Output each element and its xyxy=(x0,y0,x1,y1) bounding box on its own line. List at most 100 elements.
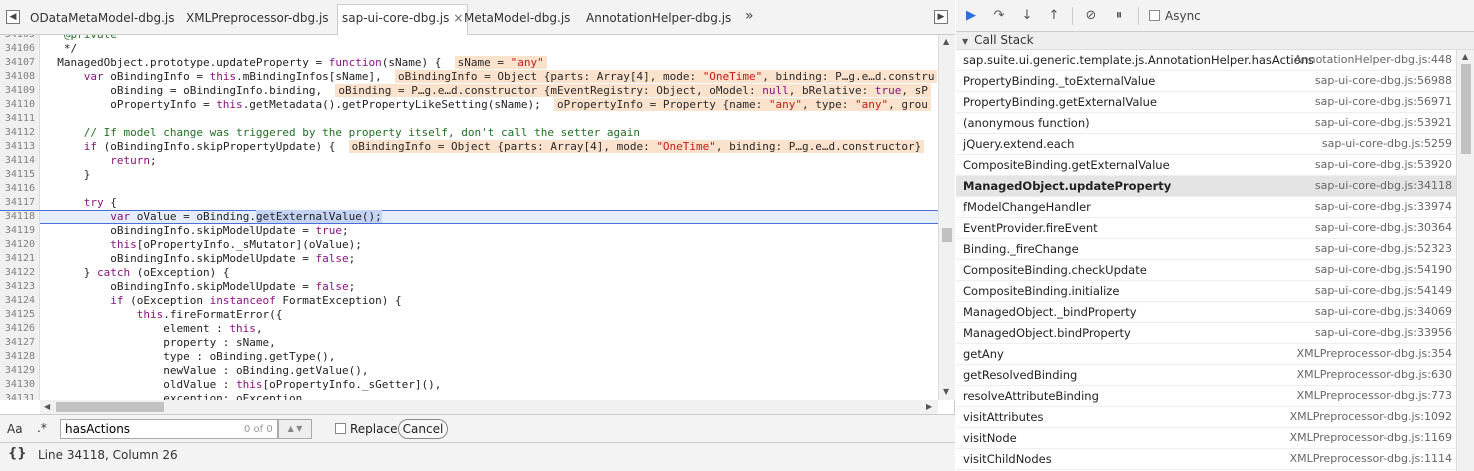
pause-on-exceptions-icon[interactable]: ⏸ xyxy=(1110,8,1128,24)
frame-location-link[interactable]: sap-ui-core-dbg.js:33956 xyxy=(1315,323,1452,343)
call-stack-frame[interactable]: PropertyBinding.getExternalValue sap-ui-c… xyxy=(956,92,1456,113)
line-number[interactable]: 34131 xyxy=(0,392,40,400)
call-stack-frame[interactable]: sap.suite.ui.generic.template.js.Annotat… xyxy=(956,50,1456,71)
inline-variable-value[interactable]: sName = "any" xyxy=(454,56,547,69)
line-number[interactable]: 34112 xyxy=(0,126,40,140)
frame-location-link[interactable]: sap-ui-core-dbg.js:54149 xyxy=(1315,281,1452,301)
editor-vertical-scrollbar[interactable]: ▲ ▼ xyxy=(938,35,955,400)
frame-location-link[interactable]: sap-ui-core-dbg.js:53920 xyxy=(1315,155,1452,175)
more-tabs-icon[interactable]: » xyxy=(745,8,754,24)
line-number[interactable]: 34125 xyxy=(0,308,40,322)
frame-location-link[interactable]: XMLPreprocessor-dbg.js:630 xyxy=(1297,365,1452,385)
step-into-icon[interactable]: ↓ xyxy=(1018,8,1036,24)
sidebar-vertical-scroll-thumb[interactable] xyxy=(1461,64,1471,154)
toggle-debugger-icon[interactable]: ▶ xyxy=(934,10,948,24)
frame-location-link[interactable]: sap-ui-core-dbg.js:33974 xyxy=(1315,197,1452,217)
frame-location-link[interactable]: XMLPreprocessor-dbg.js:354 xyxy=(1297,344,1452,364)
frame-location-link[interactable]: sap-ui-core-dbg.js:30364 xyxy=(1315,218,1452,238)
scroll-left-icon[interactable]: ◀ xyxy=(44,402,50,411)
frame-location-link[interactable]: AnnotationHelper-dbg.js:448 xyxy=(1294,50,1452,70)
regex-toggle[interactable]: .* xyxy=(37,421,47,435)
line-number[interactable]: 34108 xyxy=(0,70,40,84)
tab-odatametamodel-dbg-js[interactable]: ODataMetaModel-dbg.js xyxy=(30,5,175,35)
frame-location-link[interactable]: sap-ui-core-dbg.js:52323 xyxy=(1315,239,1452,259)
frame-location-link[interactable]: XMLPreprocessor-dbg.js:1169 xyxy=(1290,428,1452,448)
inline-variable-value[interactable]: oBindingInfo = Object {parts: Array[4], … xyxy=(395,70,938,83)
code-editor[interactable]: 34105 @private34106 */34107 ManagedObjec… xyxy=(0,35,938,400)
call-stack-frame[interactable]: resolveAttributeBinding XMLPreprocessor-d… xyxy=(956,386,1456,407)
line-number[interactable]: 34122 xyxy=(0,266,40,280)
call-stack-frame[interactable]: fModelChangeHandler sap-ui-core-dbg.js:33… xyxy=(956,197,1456,218)
frame-location-link[interactable]: XMLPreprocessor-dbg.js:773 xyxy=(1297,386,1452,406)
call-stack-frame[interactable]: ManagedObject.bindProperty sap-ui-core-db… xyxy=(956,323,1456,344)
scroll-up-icon[interactable]: ▲ xyxy=(1462,52,1468,61)
line-number[interactable]: 34109 xyxy=(0,84,40,98)
frame-location-link[interactable]: sap-ui-core-dbg.js:56971 xyxy=(1315,92,1452,112)
async-checkbox[interactable] xyxy=(1149,10,1160,21)
inline-variable-value[interactable]: oBindingInfo = Object {parts: Array[4], … xyxy=(348,140,925,153)
line-number[interactable]: 34111 xyxy=(0,112,40,126)
line-number[interactable]: 34113 xyxy=(0,140,40,154)
call-stack-frame[interactable]: (anonymous function) sap-ui-core-dbg.js:5… xyxy=(956,113,1456,134)
frame-location-link[interactable]: sap-ui-core-dbg.js:34069 xyxy=(1315,302,1452,322)
call-stack-header[interactable]: ▼ Call Stack xyxy=(956,32,1474,50)
editor-horizontal-scroll-thumb[interactable] xyxy=(56,402,164,412)
line-number[interactable]: 34115 xyxy=(0,168,40,182)
call-stack-frame[interactable]: getResolvedBinding XMLPreprocessor-dbg.js… xyxy=(956,365,1456,386)
step-over-icon[interactable]: ↷ xyxy=(990,8,1008,24)
toggle-navigator-icon[interactable]: ◀ xyxy=(6,10,20,24)
call-stack-frame[interactable]: PropertyBinding._toExternalValue sap-ui-c… xyxy=(956,71,1456,92)
call-stack-frame[interactable]: visitAttributes XMLPreprocessor-dbg.js:10… xyxy=(956,407,1456,428)
line-number[interactable]: 34107 xyxy=(0,56,40,70)
scroll-right-icon[interactable]: ▶ xyxy=(926,402,932,411)
call-stack-frame[interactable]: jQuery.extend.each sap-ui-core-dbg.js:525… xyxy=(956,134,1456,155)
line-number[interactable]: 34121 xyxy=(0,252,40,266)
sidebar-vertical-scrollbar[interactable]: ▲ xyxy=(1456,50,1474,471)
tab-metamodel-dbg-js[interactable]: MetaModel-dbg.js xyxy=(464,5,570,35)
call-stack-frame[interactable]: ManagedObject.updateProperty sap-ui-core-… xyxy=(956,176,1456,197)
line-number[interactable]: 34106 xyxy=(0,42,40,56)
line-number[interactable]: 34119 xyxy=(0,224,40,238)
frame-location-link[interactable]: sap-ui-core-dbg.js:34118 xyxy=(1315,176,1452,196)
line-number[interactable]: 34110 xyxy=(0,98,40,112)
call-stack-frame[interactable]: CompositeBinding.initialize sap-ui-core-d… xyxy=(956,281,1456,302)
call-stack-frame[interactable]: CompositeBinding.getExternalValue sap-ui-… xyxy=(956,155,1456,176)
call-stack-frame[interactable]: CompositeBinding.checkUpdate sap-ui-core-… xyxy=(956,260,1456,281)
close-tab-icon[interactable]: × xyxy=(453,11,463,25)
cancel-button[interactable]: Cancel xyxy=(398,419,448,439)
deactivate-breakpoints-icon[interactable]: ⊘ xyxy=(1082,8,1100,24)
scroll-up-icon[interactable]: ▲ xyxy=(943,37,949,46)
frame-location-link[interactable]: sap-ui-core-dbg.js:54190 xyxy=(1315,260,1452,280)
line-number[interactable]: 34118 xyxy=(0,211,40,225)
call-stack-frame[interactable]: visitNode XMLPreprocessor-dbg.js:1169 xyxy=(956,428,1456,449)
call-stack-frame[interactable]: Binding._fireChange sap-ui-core-dbg.js:52… xyxy=(956,239,1456,260)
line-number[interactable]: 34117 xyxy=(0,196,40,210)
match-case-toggle[interactable]: Aa xyxy=(7,422,23,436)
frame-location-link[interactable]: XMLPreprocessor-dbg.js:1114 xyxy=(1290,449,1452,469)
find-prev-next-buttons[interactable]: ▲ ▼ xyxy=(278,419,312,439)
line-number[interactable]: 34129 xyxy=(0,364,40,378)
frame-location-link[interactable]: sap-ui-core-dbg.js:53921 xyxy=(1315,113,1452,133)
line-number[interactable]: 34114 xyxy=(0,154,40,168)
inline-variable-value[interactable]: oBinding = P…g.e…d.constructor {mEventRe… xyxy=(335,84,931,97)
call-stack-frame[interactable]: visitChildNodes XMLPreprocessor-dbg.js:11… xyxy=(956,449,1456,470)
inline-variable-value[interactable]: oPropertyInfo = Property {name: "any", t… xyxy=(553,98,931,111)
line-number[interactable]: 34127 xyxy=(0,336,40,350)
tab-sap-ui-core-dbg-js[interactable]: sap-ui-core-dbg.js × xyxy=(337,4,469,35)
tab-xmlpreprocessor-dbg-js[interactable]: XMLPreprocessor-dbg.js xyxy=(186,5,329,35)
line-number[interactable]: 34126 xyxy=(0,322,40,336)
line-number[interactable]: 34124 xyxy=(0,294,40,308)
editor-horizontal-scrollbar[interactable]: ◀ ▶ xyxy=(40,400,938,414)
call-stack-frame[interactable]: ManagedObject._bindProperty sap-ui-core-d… xyxy=(956,302,1456,323)
frame-location-link[interactable]: sap-ui-core-dbg.js:56988 xyxy=(1315,71,1452,91)
line-number[interactable]: 34123 xyxy=(0,280,40,294)
line-number[interactable]: 34120 xyxy=(0,238,40,252)
line-number[interactable]: 34128 xyxy=(0,350,40,364)
step-out-icon[interactable]: ↑ xyxy=(1045,8,1063,24)
scroll-down-icon[interactable]: ▼ xyxy=(943,387,949,396)
replace-checkbox[interactable] xyxy=(335,423,346,434)
editor-vertical-scroll-thumb[interactable] xyxy=(942,228,952,242)
line-number[interactable]: 34130 xyxy=(0,378,40,392)
call-stack-frame[interactable]: EventProvider.fireEvent sap-ui-core-dbg.j… xyxy=(956,218,1456,239)
pretty-print-button[interactable]: {} xyxy=(8,446,27,461)
